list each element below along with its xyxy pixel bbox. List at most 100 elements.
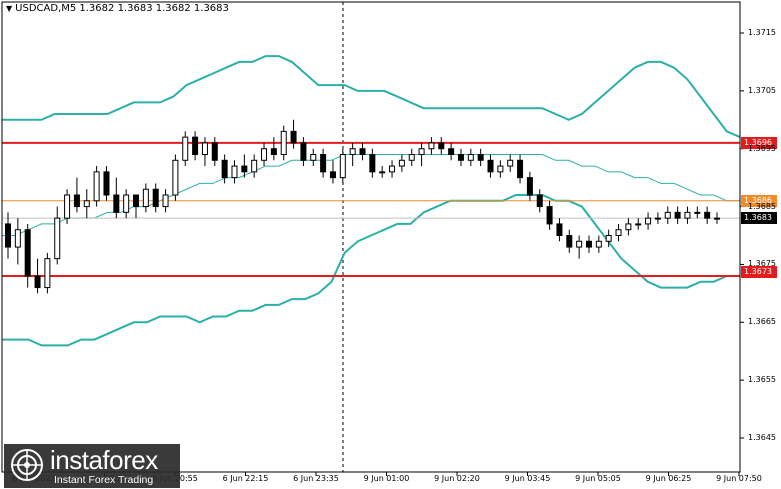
chart-axes (1, 1, 744, 476)
candle (635, 218, 642, 230)
x-tick-label: 9 Jun 03:45 (504, 474, 551, 483)
y-tick-label: 1.3685 (748, 201, 776, 211)
bear-candle-body (152, 188, 159, 208)
candle (152, 183, 159, 213)
candle (369, 148, 376, 178)
candle (320, 148, 327, 178)
x-tick-label: 6 Jun 22:15 (222, 474, 269, 483)
candle (359, 142, 366, 161)
bull-candle-body (379, 171, 386, 174)
candle (389, 160, 396, 178)
candle (438, 137, 445, 155)
bull-candle-body (389, 165, 396, 173)
candle (576, 235, 583, 259)
bear-candle-body (241, 165, 248, 173)
bear-candle-body (536, 194, 543, 208)
candle (142, 183, 149, 213)
bull-candle-body (83, 200, 90, 208)
bear-candle-body (5, 223, 11, 248)
instaforex-logo-icon (11, 449, 43, 481)
bull-candle-body (251, 159, 258, 173)
candle (467, 148, 474, 167)
bull-candle-body (162, 194, 169, 208)
bull-candle-body (64, 194, 71, 219)
candle (329, 160, 336, 184)
bear-candle-body (290, 130, 297, 144)
candle (290, 119, 297, 149)
candle (280, 125, 287, 161)
candle (448, 142, 455, 161)
candle (133, 194, 140, 219)
bull-candle-body (201, 142, 208, 156)
candle (310, 148, 317, 167)
bull-candle-body (54, 217, 61, 260)
bull-candle-body (664, 211, 671, 219)
candle (34, 258, 41, 294)
candle (211, 137, 218, 167)
bear-candle-body (270, 148, 277, 155)
candle (684, 206, 691, 224)
bull-candle-body (408, 154, 415, 161)
symbol-header: ▼ USDCAD,M5 1.3682 1.3683 1.3682 1.3683 (6, 3, 229, 14)
bear-candle-body (526, 177, 533, 196)
bull-candle-body (349, 148, 356, 155)
bear-candle-body (369, 154, 376, 173)
bull-candle-body (605, 235, 612, 242)
bull-candle-body (694, 211, 701, 214)
bull-candle-body (625, 223, 632, 231)
bear-candle-body (566, 235, 573, 248)
bull-candle-body (339, 154, 346, 179)
bull-candle-body (261, 148, 268, 161)
bear-candle-body (556, 223, 563, 237)
bollinger-upper-line (2, 55, 741, 139)
chart-canvas[interactable] (0, 0, 781, 489)
bull-candle-body (467, 154, 474, 161)
candle (83, 189, 90, 219)
watermark-tagline: Instant Forex Trading (54, 474, 154, 486)
bear-candle-body (438, 142, 445, 150)
y-tick-label: 1.3655 (748, 375, 776, 385)
candle (379, 166, 386, 178)
bull-candle-body (507, 159, 514, 167)
candle (566, 229, 573, 253)
chart-window[interactable]: ▼ USDCAD,M5 1.3682 1.3683 1.3682 1.3683 … (0, 0, 781, 489)
bear-candle-body (477, 154, 484, 161)
y-tick-label: 1.3695 (748, 143, 776, 153)
x-tick-label: 6 Jun 23:35 (293, 474, 339, 483)
bull-candle-body (398, 159, 405, 167)
y-tick-label: 1.3675 (748, 259, 776, 269)
candle (457, 148, 464, 167)
candle (261, 142, 268, 167)
candle (585, 235, 592, 253)
bull-candle-body (684, 211, 691, 219)
candle (54, 206, 61, 265)
candle (497, 160, 504, 178)
bear-candle-body (320, 154, 327, 173)
candle (704, 206, 711, 224)
x-tick-label: 9 Jun 07:50 (716, 474, 762, 483)
candle (408, 148, 415, 167)
candle (182, 131, 189, 167)
x-tick-label: 9 Jun 02:20 (434, 474, 480, 483)
candle (172, 154, 179, 201)
bull-candle-body (172, 159, 179, 196)
y-tick-label: 1.3645 (748, 433, 776, 442)
bull-candle-body (714, 217, 720, 220)
candle (73, 177, 80, 213)
candle (714, 212, 720, 224)
x-tick-label: 9 Jun 05:05 (575, 474, 621, 483)
bear-candle-body (704, 211, 711, 219)
candle (5, 212, 11, 259)
candle (477, 148, 484, 167)
bear-candle-body (34, 275, 41, 289)
dropdown-arrow-icon[interactable]: ▼ (6, 4, 12, 13)
candle (162, 189, 169, 213)
candle (123, 189, 130, 219)
bull-candle-body (310, 154, 317, 161)
bull-candle-body (428, 142, 435, 150)
x-tick-label: 9 Jun 01:00 (363, 474, 410, 483)
bear-candle-body (113, 194, 120, 213)
bull-candle-body (418, 148, 425, 155)
candle (595, 235, 602, 253)
candle (113, 177, 120, 219)
